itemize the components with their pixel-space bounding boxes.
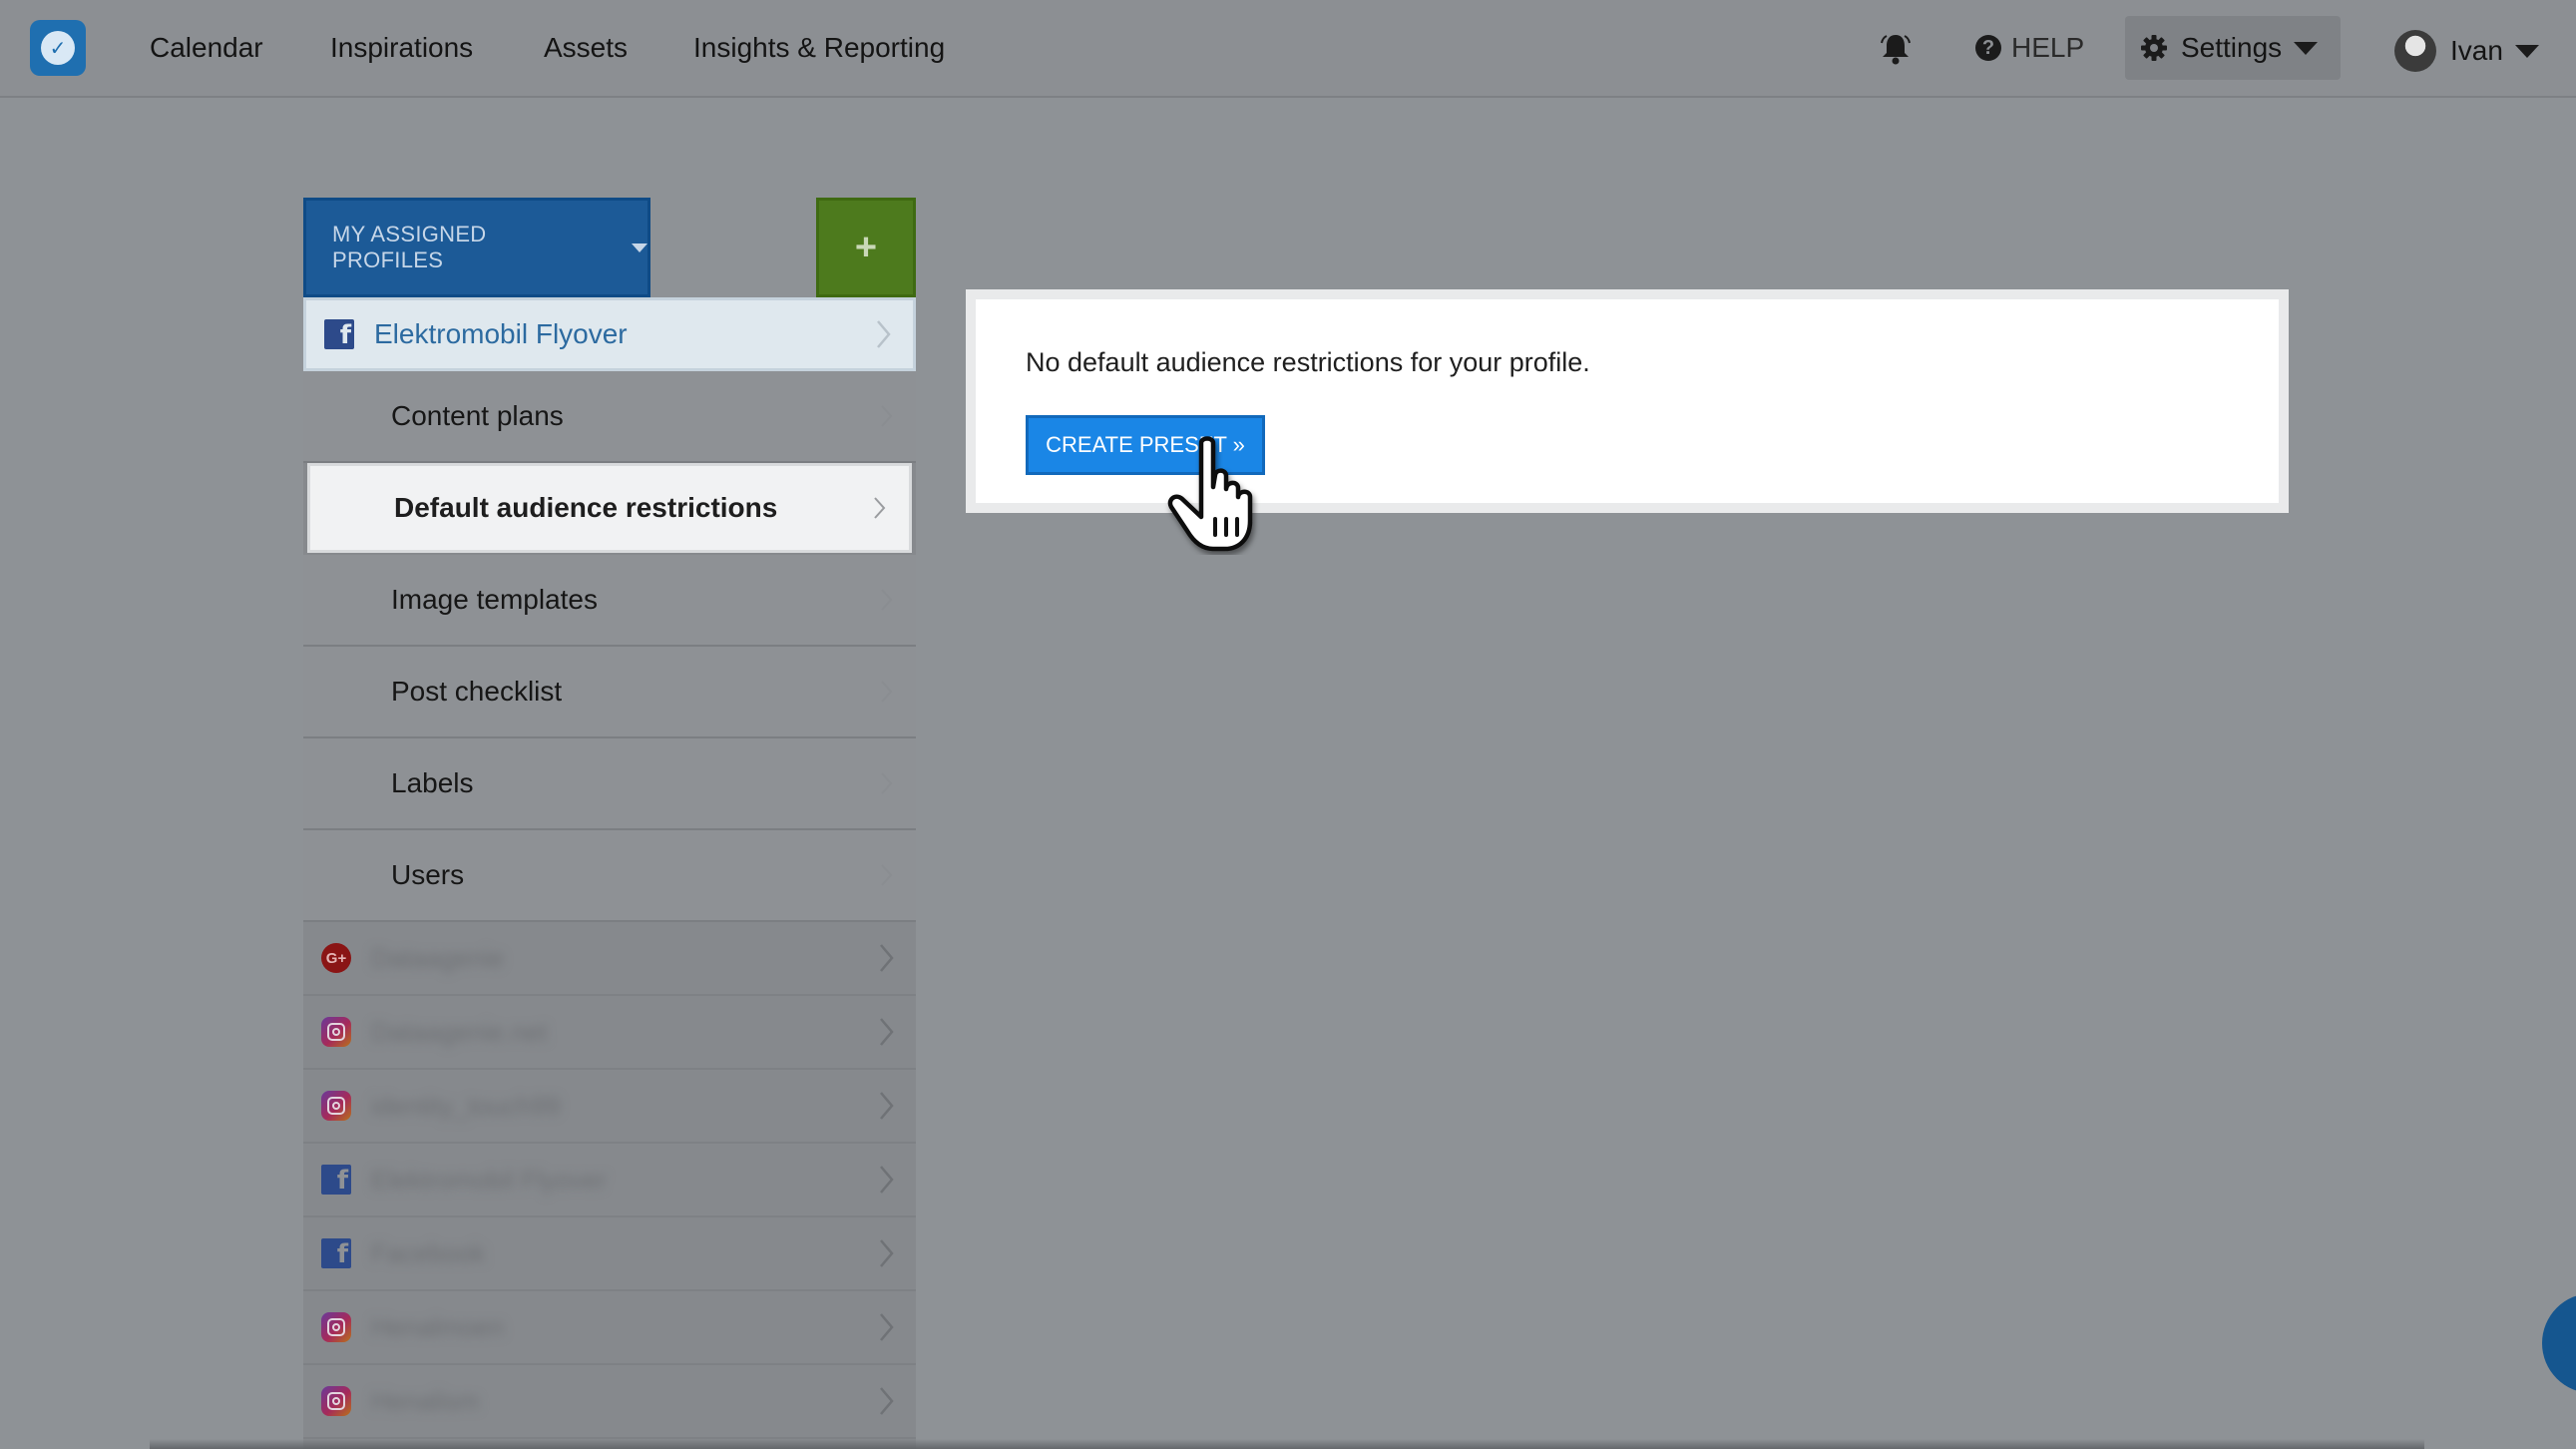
facebook-icon: f	[324, 319, 354, 349]
bottom-edge-shadow	[150, 1439, 2424, 1449]
sidebar-item-image-templates[interactable]: Image templates	[303, 555, 916, 647]
chevron-right-icon	[874, 497, 886, 519]
facebook-icon: f	[321, 1165, 351, 1195]
chevron-right-icon	[880, 944, 894, 972]
chevron-right-icon	[881, 405, 893, 427]
profile-item[interactable]: f Facebook	[303, 1217, 916, 1291]
active-profile-item[interactable]: f Elektromobil Flyover	[303, 297, 916, 371]
top-navigation-bar: ✓ Calendar Inspirations Assets Insights …	[0, 0, 2576, 98]
my-assigned-profiles-dropdown[interactable]: MY ASSIGNED PROFILES	[303, 198, 650, 297]
gear-icon	[2141, 35, 2167, 61]
chevron-right-icon	[880, 1239, 894, 1267]
profile-item[interactable]: Henalism	[303, 1365, 916, 1439]
sidebar-item-content-plans[interactable]: Content plans	[303, 371, 916, 463]
help-link[interactable]: ? HELP	[1975, 30, 2084, 66]
chevron-right-icon	[880, 1313, 894, 1341]
nav-link-assets[interactable]: Assets	[544, 30, 628, 66]
chevron-down-icon	[2294, 41, 2319, 55]
profile-list: f Elektromobil Flyover Content plans Def…	[303, 297, 916, 1449]
question-circle-icon: ?	[1975, 35, 2001, 61]
instagram-icon	[321, 1312, 351, 1342]
nav-link-calendar[interactable]: Calendar	[150, 30, 263, 66]
app-logo-icon[interactable]: ✓	[30, 20, 86, 76]
profile-name: Elektromobil Flyover	[374, 318, 628, 349]
avatar	[2394, 30, 2436, 72]
instagram-icon	[321, 1386, 351, 1416]
chevron-right-icon	[881, 681, 893, 703]
chat-widget-button[interactable]	[2542, 1293, 2576, 1393]
chevron-right-icon	[881, 864, 893, 886]
chevron-right-icon	[877, 320, 891, 348]
profile-item[interactable]: f Elektromobil Flyover	[303, 1144, 916, 1217]
facebook-icon: f	[321, 1238, 351, 1268]
help-label: HELP	[2011, 32, 2085, 63]
profile-item[interactable]: Henalmoen	[303, 1291, 916, 1365]
nav-link-insights-reporting[interactable]: Insights & Reporting	[693, 30, 945, 66]
chevron-right-icon	[881, 772, 893, 794]
instagram-icon	[321, 1091, 351, 1121]
sidebar-item-post-checklist[interactable]: Post checklist	[303, 647, 916, 738]
chevron-right-icon	[880, 1387, 894, 1415]
chevron-down-icon	[2514, 44, 2539, 58]
chevron-right-icon	[881, 589, 893, 611]
profile-item[interactable]: Dataagenie.net	[303, 996, 916, 1070]
google-plus-icon: G+	[321, 943, 351, 973]
sidebar-item-users[interactable]: Users	[303, 830, 916, 922]
nav-link-inspirations[interactable]: Inspirations	[330, 30, 473, 66]
settings-dropdown[interactable]: Settings	[2125, 16, 2341, 80]
sidebar-item-labels[interactable]: Labels	[303, 738, 916, 830]
add-profile-button[interactable]: +	[816, 198, 916, 297]
chevron-right-icon	[880, 1018, 894, 1046]
settings-label: Settings	[2181, 32, 2283, 63]
instagram-icon	[321, 1017, 351, 1047]
chevron-down-icon	[632, 242, 647, 252]
user-menu[interactable]: Ivan	[2394, 30, 2539, 72]
profile-item[interactable]: G+ Dataagenie	[303, 922, 916, 996]
profile-item[interactable]: identity_touch99	[303, 1070, 916, 1144]
profiles-button-label: MY ASSIGNED PROFILES	[332, 222, 487, 272]
hand-pointer-cursor-icon	[1167, 436, 1253, 552]
bell-icon[interactable]	[1878, 30, 1914, 66]
sidebar-item-default-audience-restrictions[interactable]: Default audience restrictions	[307, 463, 912, 553]
empty-state-message: No default audience restrictions for you…	[1026, 347, 1590, 377]
chevron-right-icon	[880, 1092, 894, 1120]
chevron-right-icon	[880, 1166, 894, 1194]
user-name: Ivan	[2450, 35, 2503, 66]
